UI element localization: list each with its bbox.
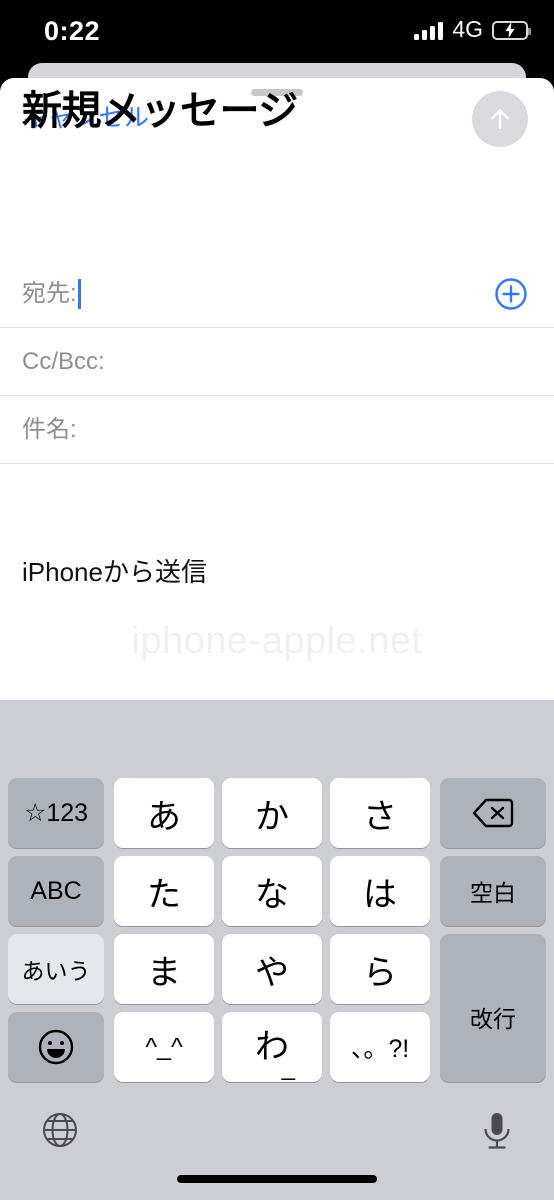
status-time: 0:22 bbox=[44, 16, 101, 46]
key-a-label: あ bbox=[147, 797, 181, 836]
key-ma-label: ま bbox=[147, 953, 181, 992]
compose-header: 新規メッセージ bbox=[0, 86, 554, 156]
key-kana-mode-label: あいう bbox=[21, 958, 91, 984]
key-ta[interactable]: た bbox=[114, 856, 214, 926]
key-return-label: 改行 bbox=[470, 1006, 516, 1032]
key-kana-mode[interactable]: あいう bbox=[8, 934, 104, 1004]
lightning-bolt-icon bbox=[505, 22, 515, 38]
key-ma[interactable]: ま bbox=[114, 934, 214, 1004]
key-ka[interactable]: か bbox=[222, 778, 322, 848]
key-abc[interactable]: ABC bbox=[8, 856, 104, 926]
key-sa-label: さ bbox=[363, 797, 397, 836]
key-na-label: な bbox=[255, 875, 289, 914]
arrow-up-icon bbox=[491, 109, 509, 130]
key-symbols-label: ☆123 bbox=[23, 799, 89, 827]
key-abc-label: ABC bbox=[30, 876, 82, 905]
key-ra-label: ら bbox=[363, 953, 397, 992]
to-field-label: 宛先: bbox=[22, 279, 77, 307]
key-ha-label: は bbox=[363, 875, 397, 914]
key-backspace[interactable] bbox=[440, 778, 546, 848]
keyboard-bottom-bar bbox=[0, 1092, 554, 1200]
key-ha[interactable]: は bbox=[330, 856, 430, 926]
microphone-icon[interactable] bbox=[480, 1110, 514, 1154]
watermark-text: iphone-apple.net bbox=[131, 620, 423, 662]
cc-bcc-field[interactable]: Cc/Bcc: bbox=[0, 328, 554, 396]
battery-charging-icon bbox=[492, 20, 531, 40]
key-space-label: 空白 bbox=[470, 880, 516, 906]
key-symbols[interactable]: ☆123 bbox=[8, 778, 104, 848]
send-button[interactable] bbox=[472, 91, 528, 147]
status-bar: 0:22 4G bbox=[0, 0, 554, 62]
home-indicator[interactable] bbox=[177, 1175, 377, 1183]
signal-bars-icon bbox=[414, 21, 444, 40]
message-body[interactable]: iPhoneから送信 bbox=[22, 556, 207, 590]
text-cursor bbox=[78, 278, 81, 309]
key-kaomoji[interactable]: ^_^ bbox=[114, 1012, 214, 1082]
backspace-icon bbox=[472, 798, 514, 828]
predictive-suggestion-strip[interactable] bbox=[0, 700, 554, 778]
key-ta-label: た bbox=[147, 875, 181, 914]
key-emoji[interactable] bbox=[8, 1012, 104, 1082]
globe-icon[interactable] bbox=[40, 1110, 80, 1150]
key-punctuation-label: 、。?! bbox=[350, 1035, 410, 1063]
key-ya-label: や bbox=[255, 953, 289, 992]
key-ya[interactable]: や bbox=[222, 934, 322, 1004]
key-na[interactable]: な bbox=[222, 856, 322, 926]
key-wa-sublabel: _ bbox=[281, 1054, 295, 1081]
page-title: 新規メッセージ bbox=[22, 89, 298, 133]
key-a[interactable]: あ bbox=[114, 778, 214, 848]
key-return[interactable]: 改行 bbox=[440, 934, 546, 1082]
network-type-label: 4G bbox=[452, 16, 483, 42]
smiley-icon bbox=[38, 1029, 74, 1065]
key-punctuation[interactable]: 、。?! bbox=[330, 1012, 430, 1082]
key-sa[interactable]: さ bbox=[330, 778, 430, 848]
subject-field[interactable]: 件名: bbox=[0, 396, 554, 464]
cc-bcc-field-label: Cc/Bcc: bbox=[22, 347, 105, 375]
keyboard-keys: ☆123 あ か さ ABC た な は 空白あいう ま や ら改行 ^_^ わ _ 、。?! bbox=[0, 778, 554, 1108]
key-wa-label: わ _ bbox=[255, 1028, 295, 1081]
subject-field-label: 件名: bbox=[22, 415, 77, 443]
status-indicators: 4G bbox=[414, 16, 531, 44]
key-kaomoji-label: ^_^ bbox=[145, 1032, 183, 1061]
key-wa[interactable]: わ _ bbox=[222, 1012, 322, 1082]
plus-circle-icon[interactable] bbox=[494, 277, 528, 311]
key-space[interactable]: 空白 bbox=[440, 856, 546, 926]
iphone-screen: 0:22 4G キャンセル 新規メッセージ 宛先: Cc/Bcc: 件名: iP… bbox=[0, 0, 554, 1200]
to-field[interactable]: 宛先: bbox=[0, 260, 554, 328]
key-ka-label: か bbox=[255, 797, 289, 836]
key-ra[interactable]: ら bbox=[330, 934, 430, 1004]
